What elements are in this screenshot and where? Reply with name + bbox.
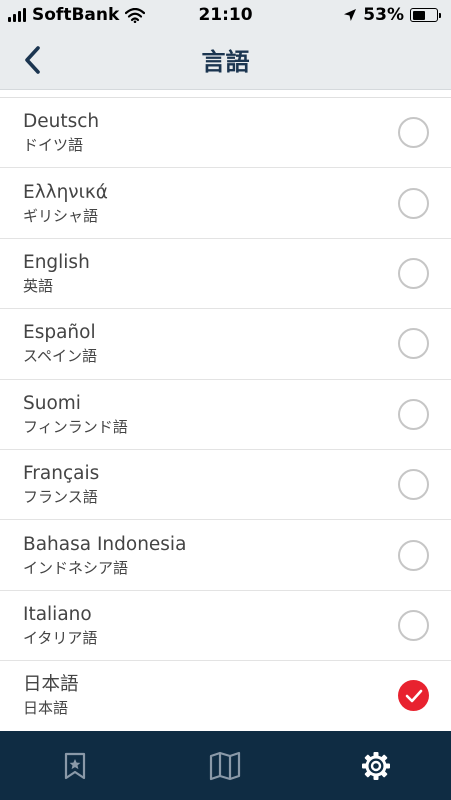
language-row[interactable]: English 英語 (0, 239, 451, 310)
bookmark-star-icon (65, 752, 86, 779)
status-left: SoftBank (8, 5, 146, 25)
map-icon (210, 751, 241, 780)
language-row[interactable]: Ελληνικά ギリシャ語 (0, 168, 451, 239)
language-subtitle: イタリア語 (23, 628, 98, 647)
chevron-left-icon (25, 46, 40, 74)
language-subtitle: 英語 (23, 276, 54, 295)
language-row[interactable]: Français フランス語 (0, 450, 451, 521)
nav-bar: 言語 (0, 30, 451, 90)
radio-unchecked[interactable] (398, 117, 429, 149)
checkmark-icon (405, 689, 422, 703)
language-subtitle: フィンランド語 (23, 417, 128, 436)
cellular-signal-icon (8, 8, 26, 22)
language-name: Italiano (23, 603, 92, 625)
language-text: 日本語 日本語 (23, 674, 79, 717)
radio-unchecked[interactable] (398, 398, 429, 430)
language-subtitle: 日本語 (23, 699, 69, 718)
language-name: 日本語 (23, 674, 79, 696)
page-title: 言語 (201, 48, 250, 76)
language-list: Deutsch ドイツ語 Ελληνικά ギリシャ語 English 英語 Español… (0, 97, 451, 732)
language-name: English (23, 251, 90, 273)
language-subtitle: ドイツ語 (23, 136, 84, 155)
language-name: Español (23, 322, 96, 344)
language-name: Français (23, 463, 100, 485)
gear-icon (361, 751, 390, 780)
radio-unchecked[interactable] (398, 609, 429, 641)
language-text: Français フランス語 (23, 463, 99, 506)
radio-checked[interactable] (398, 680, 429, 712)
language-text: Suomi フィンランド語 (23, 393, 128, 436)
language-name: Suomi (23, 392, 81, 414)
radio-unchecked[interactable] (398, 328, 429, 360)
radio-unchecked[interactable] (398, 187, 429, 219)
status-bar: SoftBank 21:10 53% (0, 0, 451, 30)
tab-settings[interactable] (301, 731, 451, 800)
language-row[interactable]: Español スペイン語 (0, 309, 451, 380)
language-subtitle: インドネシア語 (23, 558, 129, 577)
language-text: English 英語 (23, 252, 90, 295)
language-row[interactable]: Deutsch ドイツ語 (0, 98, 451, 169)
carrier-name: SoftBank (32, 5, 120, 25)
language-row[interactable]: Italiano イタリア語 (0, 591, 451, 662)
tab-map[interactable] (150, 731, 300, 800)
language-text: Ελληνικά ギリシャ語 (23, 182, 108, 225)
language-row[interactable]: 日本語 日本語 (0, 661, 451, 732)
language-row[interactable]: Suomi フィンランド語 (0, 380, 451, 450)
wifi-icon (125, 7, 146, 23)
language-name: Bahasa Indonesia (23, 533, 187, 555)
tab-bar (0, 731, 451, 800)
language-row[interactable]: Bahasa Indonesia インドネシア語 (0, 520, 451, 591)
language-text: Italiano イタリア語 (23, 604, 97, 647)
language-text: Español スペイン語 (23, 322, 97, 365)
back-button[interactable] (14, 42, 50, 78)
language-name: Ελληνικά (23, 181, 109, 203)
location-arrow-icon (344, 9, 357, 21)
language-name: Deutsch (23, 111, 100, 133)
radio-unchecked[interactable] (398, 257, 429, 289)
battery-percent: 53% (363, 5, 404, 25)
language-subtitle: スペイン語 (23, 347, 97, 366)
tab-bookmarks[interactable] (0, 731, 150, 800)
language-subtitle: ギリシャ語 (23, 206, 99, 225)
radio-unchecked[interactable] (398, 539, 429, 571)
battery-icon (410, 8, 441, 22)
status-right: 53% (343, 5, 441, 25)
language-text: Bahasa Indonesia インドネシア語 (23, 534, 186, 577)
radio-unchecked[interactable] (398, 469, 429, 501)
language-text: Deutsch ドイツ語 (23, 111, 99, 154)
language-subtitle: フランス語 (23, 488, 98, 507)
